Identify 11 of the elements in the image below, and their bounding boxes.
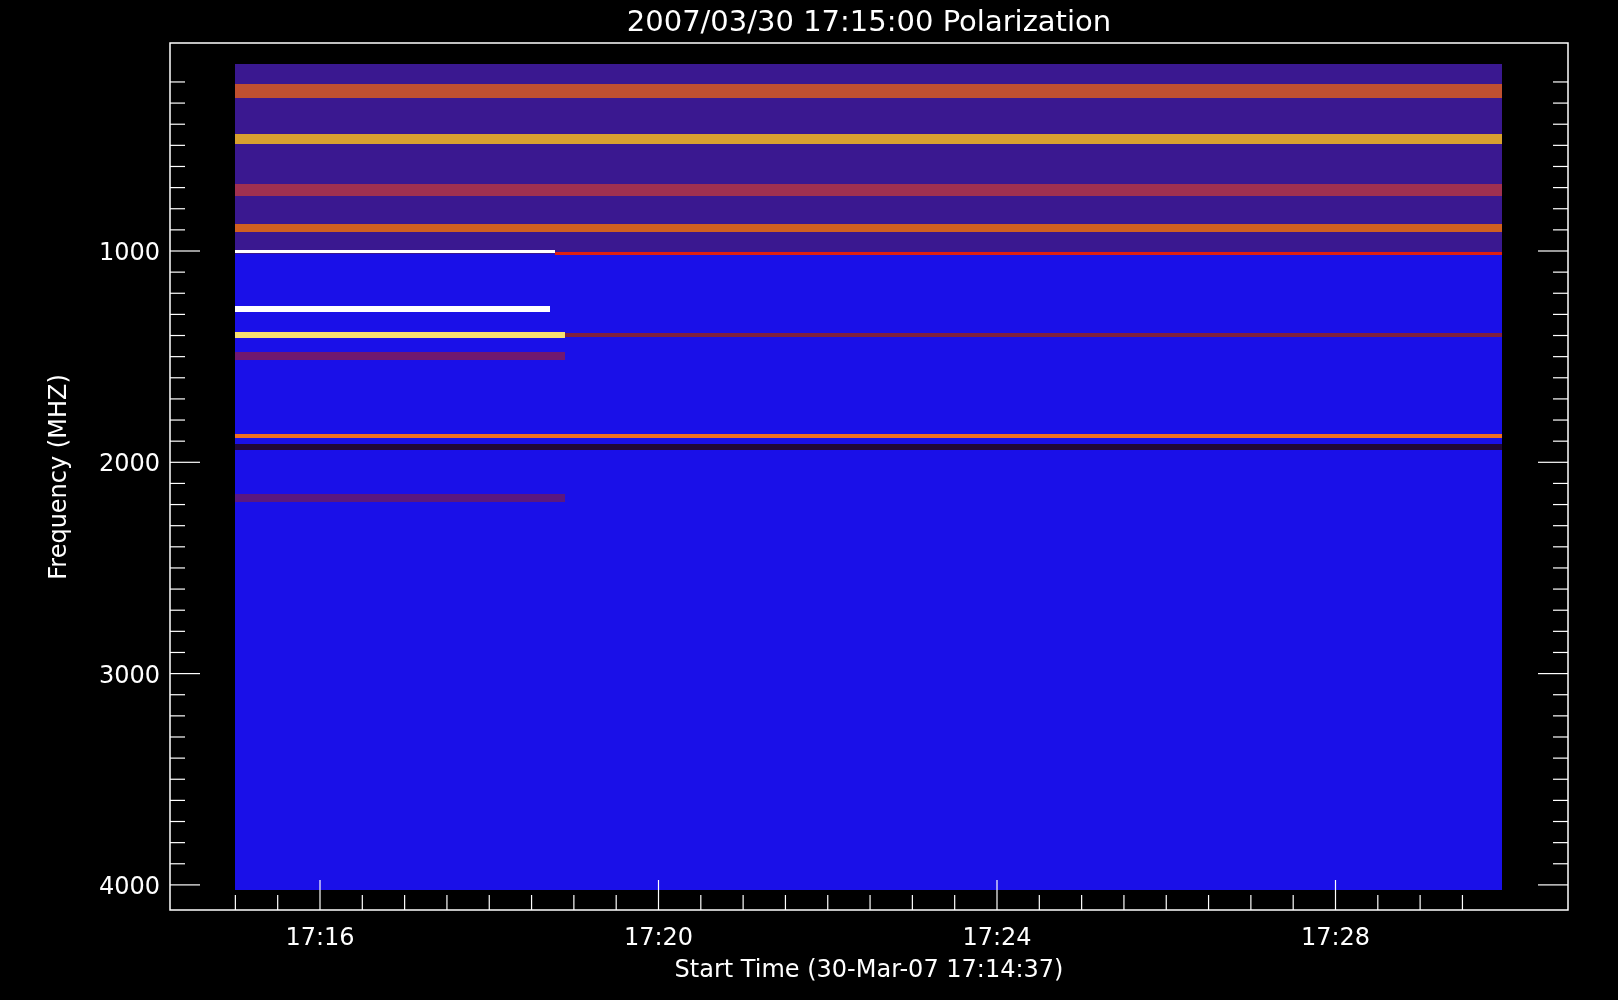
y-axis-label: Frequency (MHZ) <box>44 374 72 580</box>
tick-label: 17:28 <box>1300 923 1371 951</box>
tick-label: 17:16 <box>285 923 355 951</box>
tick-label: 17:24 <box>962 923 1032 951</box>
tick-label: 1000 <box>98 238 160 266</box>
tick-label: 4000 <box>98 871 160 900</box>
chart-title: 2007/03/30 17:15:00 Polarization <box>626 4 1112 38</box>
tick-label: 17:20 <box>623 923 694 951</box>
tick-label: 2000 <box>98 449 160 478</box>
x-axis-label: Start Time (30-Mar-07 17:14:37) <box>674 955 1064 983</box>
tick-label: 3000 <box>98 660 160 689</box>
